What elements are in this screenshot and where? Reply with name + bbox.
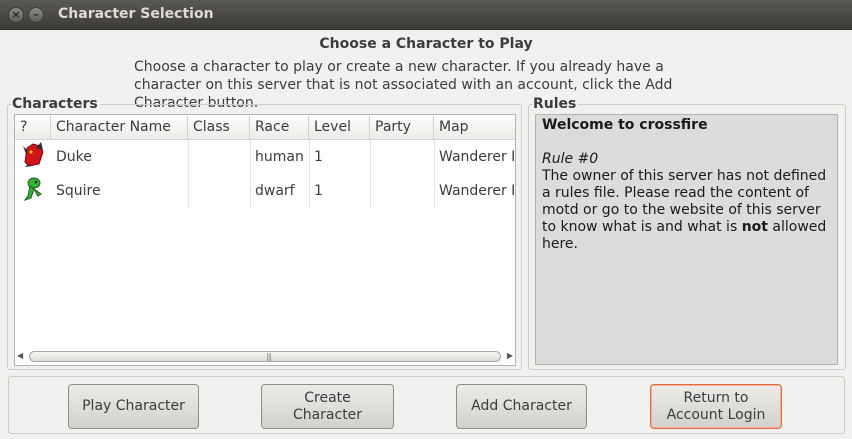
column-header-name[interactable]: Character Name xyxy=(51,115,188,140)
red-dragon-icon xyxy=(15,140,51,174)
rules-label: Rules xyxy=(533,96,579,112)
scroll-left-icon[interactable]: ◀ xyxy=(17,351,23,360)
minimize-icon[interactable]: – xyxy=(28,7,44,23)
add-character-button[interactable]: Add Character xyxy=(456,384,587,429)
play-character-button[interactable]: Play Character xyxy=(68,384,199,429)
green-creature-icon xyxy=(15,174,51,208)
scroll-right-icon[interactable]: ▶ xyxy=(507,351,513,360)
character-map: Wanderer Inn xyxy=(439,149,516,165)
create-character-button[interactable]: Create Character xyxy=(261,384,394,429)
grip-icon: ||| xyxy=(266,352,272,361)
column-header-icon[interactable]: ? xyxy=(15,115,51,140)
window-title: Character Selection xyxy=(58,6,214,22)
characters-table[interactable]: ? Character Name Class Race Level Party … xyxy=(14,114,516,366)
character-level: 1 xyxy=(314,183,323,199)
character-party xyxy=(370,140,434,174)
rules-text-panel[interactable]: Welcome to crossfire Rule #0 The owner o… xyxy=(535,114,838,365)
column-header-race[interactable]: Race xyxy=(250,115,309,140)
character-name: Squire xyxy=(56,183,101,199)
rules-title: Welcome to crossfire xyxy=(542,117,708,133)
scrollbar-thumb[interactable]: ||| xyxy=(29,351,501,362)
return-button-line1: Return to xyxy=(683,389,749,406)
column-header-map[interactable]: Map xyxy=(434,115,515,140)
character-race: human xyxy=(255,149,304,165)
characters-label: Characters xyxy=(12,96,100,112)
rules-emphasis: not xyxy=(741,219,768,235)
page-heading: Choose a Character to Play xyxy=(319,36,533,52)
character-map: Wanderer Inn xyxy=(439,183,516,199)
character-selection-window: × – Character Selection Choose a Charact… xyxy=(0,0,852,439)
close-icon[interactable]: × xyxy=(8,7,24,23)
character-class xyxy=(188,174,250,208)
table-header: ? Character Name Class Race Level Party … xyxy=(15,115,515,140)
horizontal-scrollbar[interactable]: ◀ ||| ▶ xyxy=(17,350,513,363)
rule-number: Rule #0 xyxy=(542,151,599,167)
character-level: 1 xyxy=(314,149,323,165)
character-party xyxy=(370,174,434,208)
return-button-line2: Account Login xyxy=(666,406,766,423)
column-header-level[interactable]: Level xyxy=(309,115,370,140)
character-race: dwarf xyxy=(255,183,295,199)
table-row[interactable]: Squire dwarf 1 Wanderer Inn xyxy=(15,174,515,208)
column-header-party[interactable]: Party xyxy=(370,115,434,140)
return-to-account-login-button[interactable]: Return to Account Login xyxy=(650,384,782,429)
column-header-class[interactable]: Class xyxy=(188,115,250,140)
rules-body: The owner of this server has not defined… xyxy=(542,168,831,253)
character-class xyxy=(188,140,250,174)
character-name: Duke xyxy=(56,149,92,165)
title-bar[interactable]: × – Character Selection xyxy=(0,0,852,30)
table-row[interactable]: Duke human 1 Wanderer Inn xyxy=(15,140,515,174)
